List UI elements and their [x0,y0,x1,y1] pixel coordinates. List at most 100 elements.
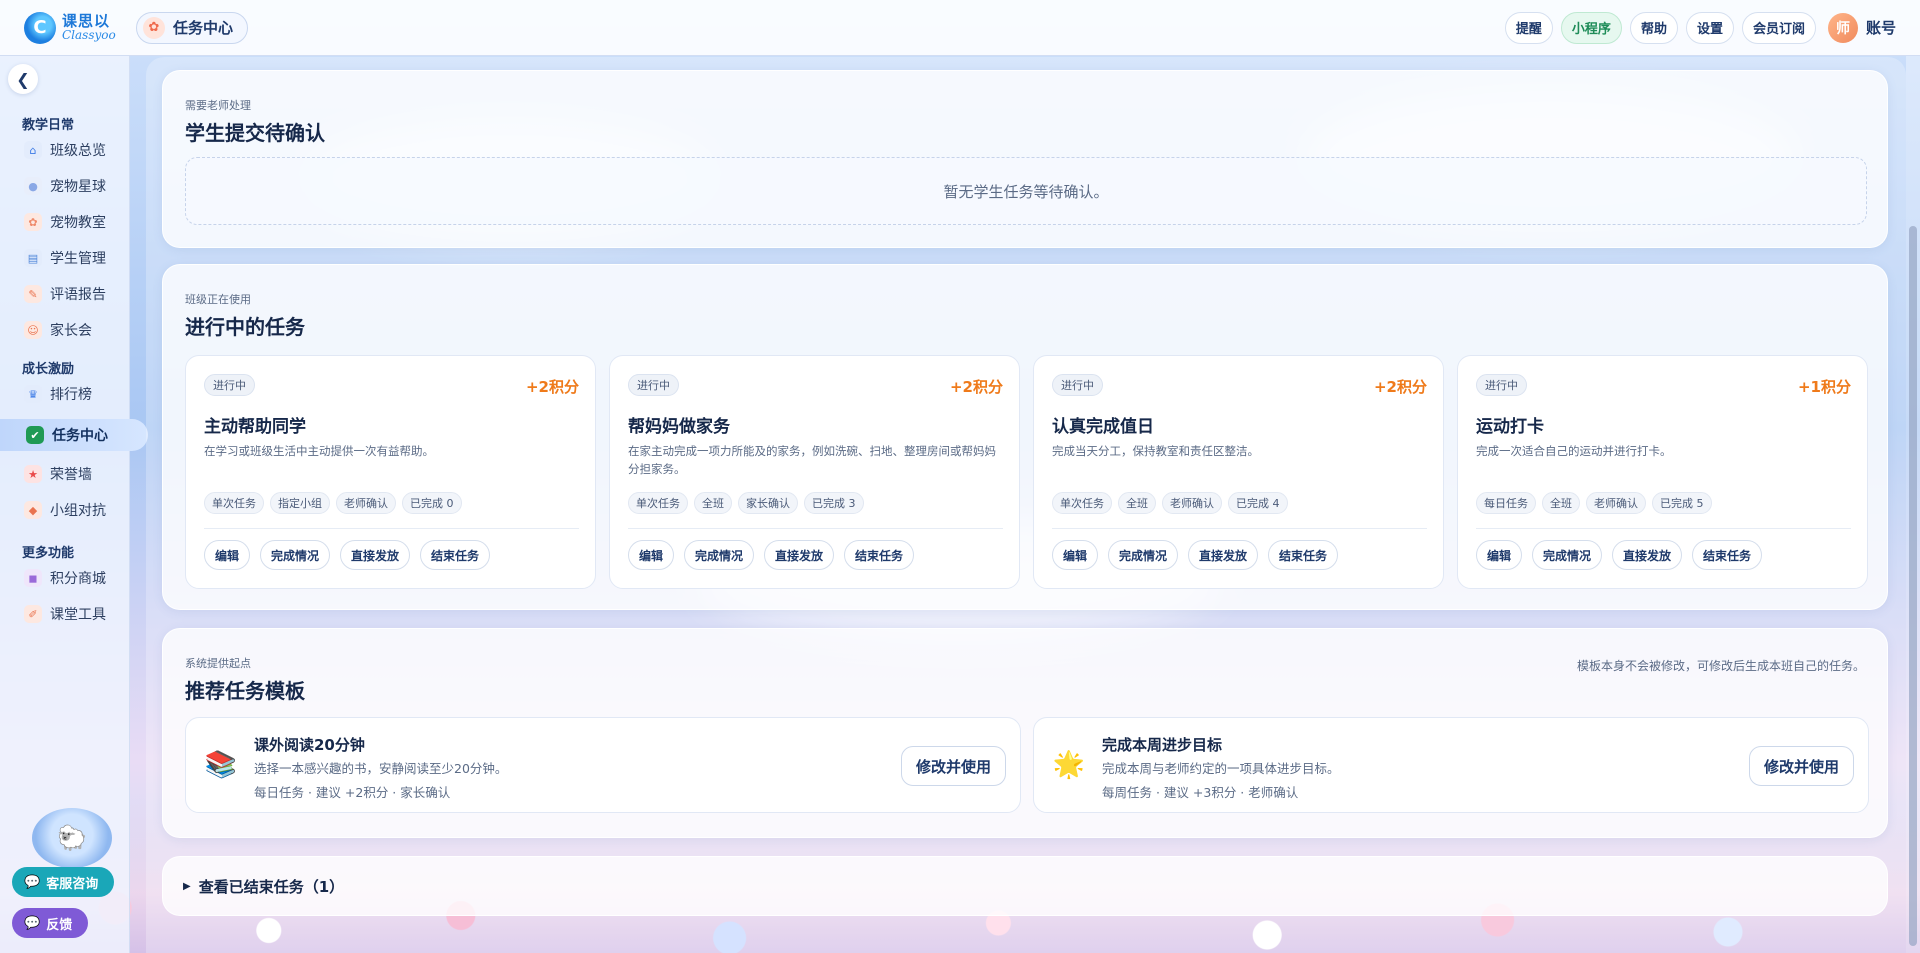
ended-tasks-label: 查看已结束任务（1） [198,877,345,896]
membership-button[interactable]: 会员订阅 [1741,11,1816,44]
top-bar: C 课思以 Classyoo ✿ 任务中心 提醒 小程序 帮助 设置 会员订阅 … [0,0,1920,56]
task-tags: 每日任务 全班 老师确认 已完成 5 [1476,492,1712,514]
direct-award-button[interactable]: 直接发放 [764,540,835,570]
sidebar-item-parent-meeting[interactable]: ☺ 家长会 [24,316,92,344]
task-card: 进行中 +2积分 主动帮助同学 在学习或班级生活中主动提供一次有益帮助。 单次任… [185,355,596,589]
current-page-chip[interactable]: ✿ 任务中心 [136,11,249,44]
completion-status-button[interactable]: 完成情况 [684,540,755,570]
scrollbar-thumb[interactable] [1909,226,1917,946]
end-task-button[interactable]: 结束任务 [1268,540,1339,570]
sidebar-item-label: 荣誉墙 [50,467,92,483]
sidebar-item-pet-planet[interactable]: ● 宠物星球 [24,172,106,200]
direct-award-button[interactable]: 直接发放 [1612,540,1683,570]
sidebar-item-group-battle[interactable]: ◆ 小组对抗 [24,496,106,524]
direct-award-button[interactable]: 直接发放 [340,540,411,570]
reminder-button[interactable]: 提醒 [1504,11,1553,44]
task-title: 运动打卡 [1476,417,1544,437]
sidebar-item-pet-classroom[interactable]: ✿ 宠物教室 [24,208,106,236]
completion-status-button[interactable]: 完成情况 [260,540,331,570]
task-title: 主动帮助同学 [204,417,306,437]
points-value: +2积分 [949,378,1003,396]
section-subtitle: 需要老师处理 [185,99,251,112]
tag: 指定小组 [270,492,330,514]
template-card: 📚 课外阅读20分钟 选择一本感兴趣的书，安静阅读至少20分钟。 每日任务 · … [185,717,1021,813]
feedback-button[interactable]: 💬 反馈 [12,908,88,938]
sidebar-item-points-shop[interactable]: ◼ 积分商城 [24,564,106,592]
sparkle-star-icon: 🌟 [1052,750,1086,780]
divider [1052,528,1427,529]
template-title: 课外阅读20分钟 [254,736,365,754]
divider [204,528,579,529]
current-page-label: 任务中心 [173,19,234,37]
modify-and-use-button[interactable]: 修改并使用 [1748,746,1854,786]
templates-card: 系统提供起点 推荐任务模板 模板本身不会被修改，可修改后生成本班自己的任务。 📚… [162,628,1888,838]
status-badge: 进行中 [1476,374,1527,396]
logo-text-en: Classyoo [62,28,116,42]
templates-note: 模板本身不会被修改，可修改后生成本班自己的任务。 [1576,659,1865,673]
status-badge: 进行中 [204,374,255,396]
tag: 老师确认 [336,492,396,514]
paw-icon: ✿ [143,16,165,39]
task-title: 认真完成值日 [1052,417,1154,437]
planet-icon: ● [24,177,42,195]
end-task-button[interactable]: 结束任务 [1692,540,1763,570]
status-badge: 进行中 [628,374,679,396]
completion-status-button[interactable]: 完成情况 [1108,540,1179,570]
sidebar-collapse-button[interactable]: ❮ [8,64,38,94]
task-description: 完成当天分工，保持教室和责任区整洁。 [1052,444,1259,458]
feedback-label: 反馈 [46,917,73,933]
help-button[interactable]: 帮助 [1629,11,1678,44]
ended-tasks-toggle[interactable]: ▶ 查看已结束任务（1） [162,856,1888,916]
tag: 单次任务 [1052,492,1112,514]
account-menu[interactable]: 师 账号 [1827,12,1896,43]
template-description: 选择一本感兴趣的书，安静阅读至少20分钟。 [254,761,508,776]
books-icon: 📚 [204,750,238,780]
tag: 单次任务 [628,492,688,514]
chat-bubble-icon: 💬 [24,874,41,890]
page-scrollbar[interactable] [1906,56,1920,953]
status-badge: 进行中 [1052,374,1103,396]
task-actions: 编辑 完成情况 直接发放 结束任务 [628,540,915,570]
direct-award-button[interactable]: 直接发放 [1188,540,1259,570]
brand-logo[interactable]: C 课思以 Classyoo [24,11,128,44]
tag: 已完成 5 [1652,492,1712,514]
house-icon: ⌂ [24,141,42,159]
shield-icon: ◆ [24,501,42,519]
sidebar-item-class-overview[interactable]: ⌂ 班级总览 [24,136,106,164]
section-title: 进行中的任务 [185,315,305,339]
modify-and-use-button[interactable]: 修改并使用 [900,746,1006,786]
task-description: 完成一次适合自己的运动并进行打卡。 [1476,444,1672,458]
mini-program-button[interactable]: 小程序 [1560,11,1622,44]
completion-status-button[interactable]: 完成情况 [1532,540,1603,570]
edit-button[interactable]: 编辑 [1476,540,1523,570]
edit-button[interactable]: 编辑 [1052,540,1099,570]
report-icon: ✎ [24,285,42,303]
sidebar-item-student-management[interactable]: ▤ 学生管理 [24,244,106,272]
edit-button[interactable]: 编辑 [628,540,675,570]
sidebar-item-label: 评语报告 [50,287,106,303]
sidebar-item-label: 学生管理 [50,251,106,267]
template-meta: 每日任务 · 建议 +2积分 · 家长确认 [254,785,451,800]
paw-icon: ✿ [24,213,42,231]
student-icon: ▤ [24,249,42,267]
end-task-button[interactable]: 结束任务 [844,540,915,570]
edit-button[interactable]: 编辑 [204,540,251,570]
active-tasks-card: 班级正在使用 进行中的任务 进行中 +2积分 主动帮助同学 在学习或班级生活中主… [162,264,1888,610]
tag: 单次任务 [204,492,264,514]
sidebar-item-honor-wall[interactable]: ★ 荣誉墙 [24,460,92,488]
tag: 全班 [1542,492,1580,514]
settings-button[interactable]: 设置 [1685,11,1734,44]
sidebar-item-task-center[interactable]: ✔ 任务中心 [0,419,148,451]
end-task-button[interactable]: 结束任务 [420,540,491,570]
chat-bubble-icon: 💬 [24,915,41,931]
customer-service-button[interactable]: 💬 客服咨询 [12,867,114,897]
sidebar-item-comment-report[interactable]: ✎ 评语报告 [24,280,106,308]
sidebar-item-leaderboard[interactable]: ♛ 排行榜 [24,380,92,408]
sidebar-item-label: 宠物星球 [50,179,106,195]
tag: 老师确认 [1586,492,1646,514]
task-actions: 编辑 完成情况 直接发放 结束任务 [204,540,491,570]
nav-group-growth: 成长激励 [22,362,75,377]
sidebar-item-classroom-tools[interactable]: ✐ 课堂工具 [24,600,106,628]
tag: 已完成 4 [1228,492,1288,514]
section-subtitle: 班级正在使用 [185,293,251,306]
